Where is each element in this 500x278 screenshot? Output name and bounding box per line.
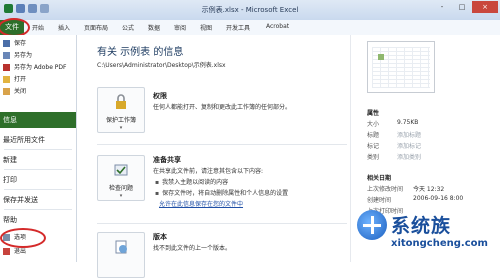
close-button[interactable]: ×	[472, 1, 498, 13]
manage-versions-button[interactable]	[97, 232, 145, 278]
file-path: C:\Users\Administrator\Desktop\示例表.xlsx	[97, 62, 226, 69]
properties-header[interactable]: 属性	[367, 108, 379, 117]
maximize-button[interactable]: □	[452, 1, 472, 13]
prepare-bullet: 保存文件时，将自动删除属性和个人信息的设置	[155, 188, 288, 197]
minimize-button[interactable]: -	[432, 1, 452, 13]
versions-icon	[115, 240, 127, 254]
nav-open-label: 打开	[14, 76, 27, 83]
property-key: 标题	[367, 132, 380, 139]
permissions-section: 保护工作簿 ▾ 权限 任何人都能打开、复制和更改此工作簿的任何部分。	[97, 83, 347, 139]
add-tag-field[interactable]: 添加标记	[397, 141, 421, 150]
lock-icon	[116, 94, 126, 109]
check-issues-button[interactable]: 检查问题 ▾	[97, 155, 145, 201]
title-bar: 示例表.xlsx - Microsoft Excel - □ ×	[0, 0, 500, 21]
tab-data[interactable]: 数据	[148, 23, 160, 32]
prepare-sharing-section: 检查问题 ▾ 准备共享 在共享此文件前，请注意其包含以下内容: 我禁入主题以阅读…	[97, 149, 347, 219]
check-issues-icon	[114, 164, 128, 176]
window-controls: - □ ×	[432, 1, 498, 13]
nav-help[interactable]: 帮助	[0, 212, 76, 228]
nav-divider	[4, 149, 72, 150]
info-pane: 有关 示例表 的信息 C:\Users\Administrator\Deskto…	[77, 35, 350, 278]
nav-recent[interactable]: 最近所用文件	[0, 132, 76, 148]
add-category-field[interactable]: 添加类别	[397, 152, 421, 161]
watermark-url: xitongcheng.com	[391, 238, 488, 249]
nav-exit[interactable]: 退出	[0, 246, 76, 258]
nav-save-send[interactable]: 保存并发送	[0, 192, 76, 208]
tab-formulas[interactable]: 公式	[122, 23, 134, 32]
date-value: 今天 12:32	[413, 186, 445, 193]
date-key: 创建时间	[367, 197, 392, 204]
chevron-down-icon: ▾	[119, 193, 123, 199]
tab-view[interactable]: 视图	[200, 23, 212, 32]
versions-text: 找不到此文件的上一个版本。	[153, 245, 232, 252]
save-as-icon	[3, 52, 10, 59]
nav-open[interactable]: 打开	[0, 74, 76, 86]
prepare-title: 准备共享	[153, 156, 181, 164]
chevron-down-icon: ▾	[119, 125, 123, 131]
nav-save-label: 保存	[14, 40, 27, 47]
nav-close-label: 关闭	[14, 88, 27, 95]
section-divider	[97, 144, 347, 145]
property-value: 9.75KB	[397, 119, 419, 126]
nav-info[interactable]: 信息	[0, 112, 76, 128]
close-file-icon	[3, 88, 10, 95]
tab-review[interactable]: 审阅	[174, 23, 186, 32]
site-watermark: 系统族 xitongcheng.com	[355, 205, 500, 262]
document-thumbnail	[367, 41, 435, 93]
nav-save-as-pdf[interactable]: 另存为 Adobe PDF	[0, 62, 76, 74]
nav-divider	[4, 209, 72, 210]
options-highlight	[0, 228, 46, 248]
nav-close[interactable]: 关闭	[0, 86, 76, 98]
nav-save-as-label: 另存为	[14, 52, 33, 59]
nav-exit-label: 退出	[14, 248, 27, 255]
tab-insert[interactable]: 插入	[58, 23, 70, 32]
nav-new[interactable]: 新建	[0, 152, 76, 168]
property-key: 类别	[367, 154, 380, 161]
date-value: 2006-09-16 8:00	[413, 195, 464, 202]
nav-print[interactable]: 打印	[0, 172, 76, 188]
property-key: 大小	[367, 121, 380, 128]
save-icon	[3, 40, 10, 47]
section-divider	[97, 223, 347, 224]
property-key: 标记	[367, 143, 380, 150]
permissions-title: 权限	[153, 92, 167, 100]
watermark-title: 系统族	[391, 215, 452, 237]
exit-icon	[3, 248, 10, 255]
protect-workbook-label: 保护工作簿	[105, 117, 136, 124]
related-dates-header: 相关日期	[367, 175, 392, 182]
permissions-text: 任何人都能打开、复制和更改此工作簿的任何部分。	[153, 104, 292, 111]
page-title: 有关 示例表 的信息	[97, 47, 184, 58]
window-title: 示例表.xlsx - Microsoft Excel	[201, 6, 299, 14]
nav-save-as-pdf-label: 另存为 Adobe PDF	[14, 64, 67, 71]
check-issues-label: 检查问题	[108, 185, 133, 192]
nav-divider	[4, 189, 72, 190]
protect-workbook-button[interactable]: 保护工作簿 ▾	[97, 87, 145, 133]
pdf-icon	[3, 64, 10, 71]
nav-save-as[interactable]: 另存为	[0, 50, 76, 62]
date-key: 上次修改时间	[367, 186, 404, 193]
tab-developer[interactable]: 开发工具	[226, 23, 250, 32]
prepare-bullet: 我禁入主题以阅读的内容	[155, 177, 228, 186]
versions-section: 版本 找不到此文件的上一个版本。	[97, 228, 347, 278]
prepare-text: 在共享此文件前，请注意其包含以下内容:	[153, 168, 264, 175]
thumbnail-cell	[378, 54, 384, 60]
backstage-nav: 保存 另存为 另存为 Adobe PDF 打开 关闭 信息 最近所用文件 新建 …	[0, 35, 77, 262]
nav-save[interactable]: 保存	[0, 38, 76, 50]
tab-home[interactable]: 开始	[32, 23, 44, 32]
tab-acrobat[interactable]: Acrobat	[266, 23, 289, 30]
allow-save-info-link[interactable]: 允许在此信息保存在您的文件中	[159, 199, 243, 208]
watermark-logo-icon	[357, 210, 387, 240]
versions-title: 版本	[153, 233, 167, 241]
open-folder-icon	[3, 76, 10, 83]
nav-divider	[4, 169, 72, 170]
add-title-field[interactable]: 添加标题	[397, 130, 421, 139]
tab-page-layout[interactable]: 页面布局	[84, 23, 108, 32]
